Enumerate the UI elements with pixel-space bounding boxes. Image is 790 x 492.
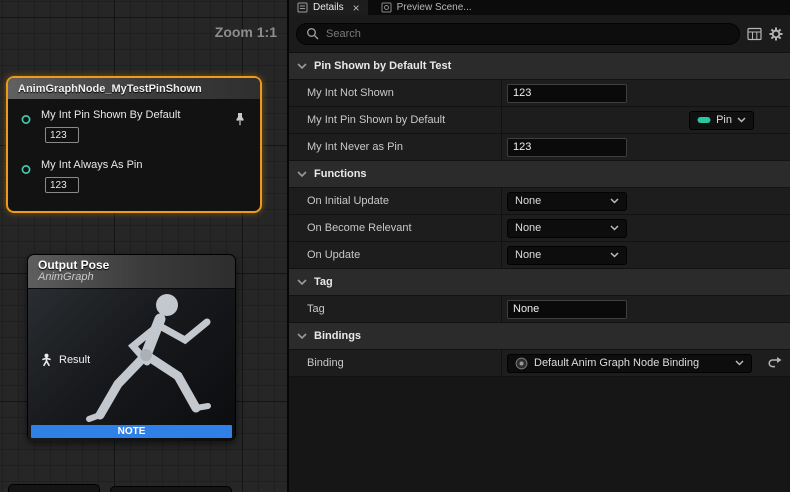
property-row-my-int-never-as-pin: My Int Never as Pin [289, 134, 790, 161]
node-title: Output Pose [38, 258, 235, 272]
chevron-down-icon [737, 117, 746, 123]
property-label: My Int Never as Pin [289, 134, 502, 160]
on-update-dropdown[interactable]: None [507, 246, 627, 265]
property-label: Tag [289, 296, 502, 322]
property-row-on-update: On Update None [289, 242, 790, 269]
chevron-down-icon [297, 333, 307, 339]
binding-icon [515, 357, 528, 370]
property-row-tag: Tag [289, 296, 790, 323]
chevron-down-icon [610, 252, 619, 258]
property-matrix-icon [747, 27, 762, 41]
partial-node[interactable] [8, 484, 100, 492]
chevron-down-icon [610, 225, 619, 231]
my-int-not-shown-input[interactable] [507, 84, 627, 103]
section-header-pin-shown-by-default-test[interactable]: Pin Shown by Default Test [289, 53, 790, 80]
section-header-tag[interactable]: Tag [289, 269, 790, 296]
property-label: On Become Relevant [289, 215, 502, 241]
pin-icon [697, 116, 711, 124]
node-title: AnimGraphNode_MyTestPinShown [8, 78, 260, 100]
chevron-down-icon [297, 171, 307, 177]
tag-input[interactable] [507, 300, 627, 319]
dropdown-value: Default Anim Graph Node Binding [534, 357, 699, 369]
int-pin-icon[interactable] [21, 164, 32, 175]
section-title: Tag [314, 276, 333, 288]
chevron-down-icon [297, 279, 307, 285]
on-become-relevant-dropdown[interactable]: None [507, 219, 627, 238]
pin-label: My Int Pin Shown By Default [41, 109, 180, 121]
my-int-never-as-pin-input[interactable] [507, 138, 627, 157]
property-row-my-int-pin-shown-by-default: My Int Pin Shown by Default Pin [289, 107, 790, 134]
close-tab-icon[interactable]: × [353, 3, 360, 13]
pin-visibility-dropdown[interactable]: Pin [689, 111, 754, 130]
bind-arrow-icon [767, 357, 782, 369]
anim-graph-canvas[interactable]: Zoom 1:1 AnimGraphNode_MyTestPinShown My… [0, 0, 287, 492]
section-header-bindings[interactable]: Bindings [289, 323, 790, 350]
pin-thumbtack-icon[interactable] [234, 112, 246, 126]
section-title: Bindings [314, 330, 361, 342]
binding-dropdown[interactable]: Default Anim Graph Node Binding [507, 354, 752, 373]
property-label: My Int Not Shown [289, 80, 502, 106]
panel-tab-bar: Details × Preview Scene... [289, 0, 790, 15]
chevron-down-icon [610, 198, 619, 204]
zoom-indicator: Zoom 1:1 [215, 24, 277, 40]
search-input[interactable] [326, 28, 730, 40]
property-label: My Int Pin Shown by Default [289, 107, 502, 133]
tab-preview-scene[interactable]: Preview Scene... [373, 0, 480, 15]
details-toolbar [289, 15, 790, 53]
property-label: On Update [289, 242, 502, 268]
anim-graph-node[interactable]: AnimGraphNode_MyTestPinShown My Int Pin … [6, 76, 262, 213]
details-tab-icon [297, 2, 308, 13]
output-pose-node[interactable]: Output Pose AnimGraph [27, 254, 236, 441]
unreal-editor-window: Zoom 1:1 AnimGraphNode_MyTestPinShown My… [0, 0, 790, 492]
property-row-on-become-relevant: On Become Relevant None [289, 215, 790, 242]
pin-value-input[interactable] [45, 127, 79, 143]
section-title: Functions [314, 168, 367, 180]
chevron-down-icon [297, 63, 307, 69]
pin-value-input[interactable] [45, 177, 79, 193]
dropdown-value: None [515, 222, 541, 234]
result-pin-label: Result [59, 354, 90, 366]
note-badge: NOTE [31, 425, 232, 438]
details-panel: Details × Preview Scene... [287, 0, 790, 492]
property-label: On Initial Update [289, 188, 502, 214]
tab-label: Preview Scene... [397, 2, 472, 13]
section-title: Pin Shown by Default Test [314, 60, 451, 72]
view-options-button[interactable] [747, 27, 762, 41]
property-row-on-initial-update: On Initial Update None [289, 188, 790, 215]
result-pose-pin-icon[interactable] [40, 353, 53, 366]
property-label: Binding [289, 350, 502, 376]
node-subtitle: AnimGraph [38, 271, 235, 283]
pose-preview: Result NOTE [28, 289, 235, 441]
tab-details[interactable]: Details × [289, 0, 368, 15]
property-row-binding: Binding Default Anim Graph Node Binding [289, 350, 790, 377]
section-header-functions[interactable]: Functions [289, 161, 790, 188]
bind-arrow-button[interactable] [767, 357, 782, 369]
preview-scene-tab-icon [381, 2, 392, 13]
chevron-down-icon [735, 360, 744, 366]
property-row-my-int-not-shown: My Int Not Shown [289, 80, 790, 107]
dropdown-value: None [515, 249, 541, 261]
partial-node[interactable] [110, 486, 232, 492]
search-box [296, 23, 740, 45]
tab-label: Details [313, 2, 344, 13]
pin-label: My Int Always As Pin [41, 159, 142, 171]
settings-button[interactable] [769, 27, 783, 41]
dropdown-value: None [515, 195, 541, 207]
pin-dropdown-value: Pin [716, 114, 732, 126]
gear-icon [769, 27, 783, 41]
search-icon [306, 27, 319, 40]
on-initial-update-dropdown[interactable]: None [507, 192, 627, 211]
int-pin-icon[interactable] [21, 114, 32, 125]
